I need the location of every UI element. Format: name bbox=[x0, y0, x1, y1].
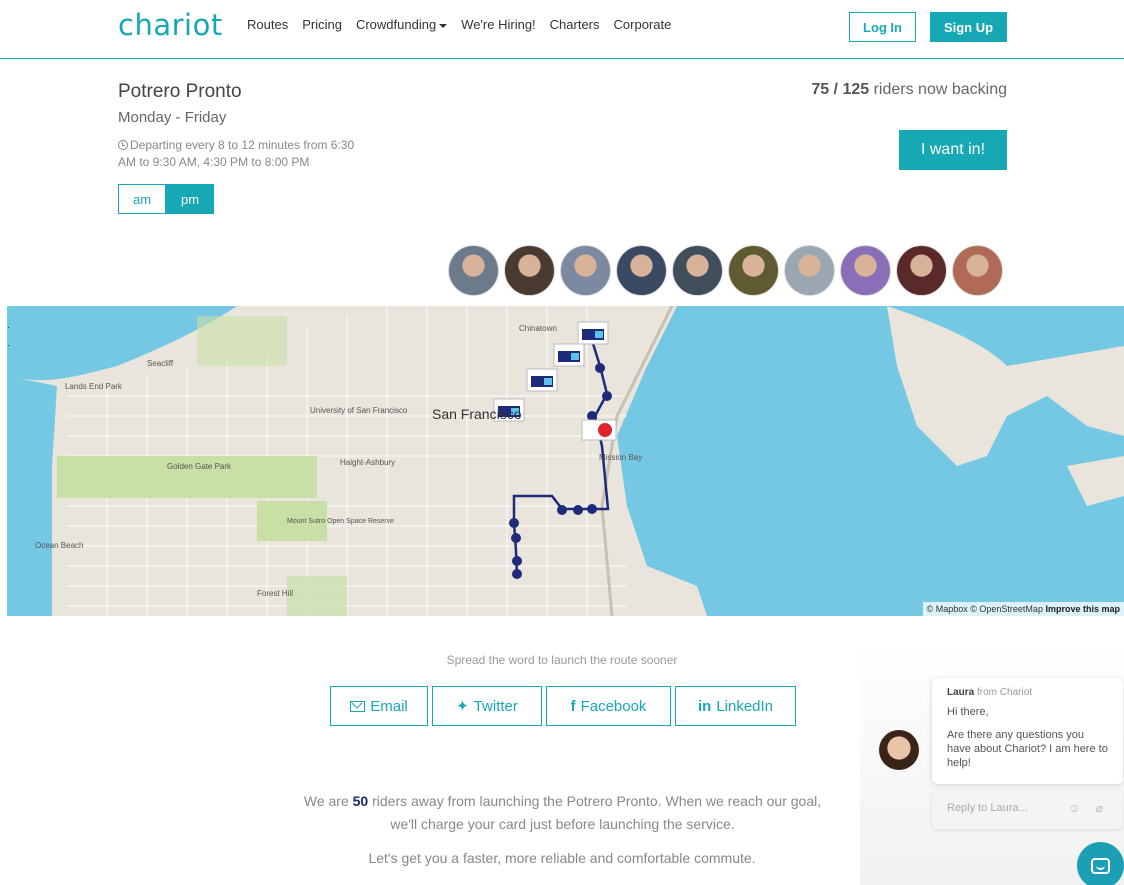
share-twitter-button[interactable]: ✦ Twitter bbox=[432, 686, 542, 726]
caret-down-icon bbox=[439, 23, 448, 28]
backer-avatar[interactable] bbox=[560, 245, 611, 296]
map-label-mount-sutro: Mount Sutro Open Space Reserve bbox=[287, 518, 394, 525]
backer-avatar[interactable] bbox=[952, 245, 1003, 296]
login-button[interactable]: Log In bbox=[849, 12, 916, 42]
route-days: Monday - Friday bbox=[118, 109, 227, 126]
chariot-logo[interactable]: chariot bbox=[118, 8, 223, 42]
chat-from: Laura from Chariot bbox=[947, 687, 1108, 698]
goal-pre: We are bbox=[303, 793, 349, 809]
route-name: Potrero Pronto bbox=[118, 81, 242, 102]
twitter-icon: ✦ bbox=[456, 698, 469, 715]
nav-links: Routes Pricing Crowdfunding We're Hiring… bbox=[247, 17, 685, 32]
map-label-mission-bay: Mission Bay bbox=[599, 453, 642, 462]
facebook-icon: f bbox=[570, 697, 576, 715]
nav-crowdfunding[interactable]: Crowdfunding bbox=[355, 17, 448, 32]
backer-avatar[interactable] bbox=[784, 245, 835, 296]
backing-text: riders now backing bbox=[873, 81, 1007, 98]
i-want-in-button[interactable]: I want in! bbox=[899, 130, 1007, 170]
chat-from-label: from Chariot bbox=[977, 687, 1033, 698]
backing-count: 75 / 125 riders now backing bbox=[811, 81, 1007, 99]
backer-avatar[interactable] bbox=[896, 245, 947, 296]
map-label-san-francisco: San Francisco bbox=[432, 406, 522, 422]
map-label-chinatown: Chinatown bbox=[519, 324, 557, 333]
toggle-pm[interactable]: pm bbox=[166, 184, 214, 214]
chat-sender: Laura bbox=[947, 687, 975, 698]
share-facebook-button[interactable]: f Facebook bbox=[546, 686, 671, 726]
chat-agent-avatar bbox=[879, 730, 919, 770]
emoji-attach-icon[interactable]: ☺ ⌀ bbox=[1068, 801, 1109, 815]
map-label-ocean-beach: Ocean Beach bbox=[35, 541, 83, 550]
map-label-haight: Haight-Ashbury bbox=[340, 458, 395, 467]
nav-charters[interactable]: Charters bbox=[550, 17, 600, 32]
chat-reply-placeholder: Reply to Laura... bbox=[947, 802, 1028, 814]
clock-icon bbox=[118, 140, 128, 150]
top-nav: chariot Routes Pricing Crowdfunding We'r… bbox=[0, 0, 1124, 59]
toggle-am[interactable]: am bbox=[118, 184, 166, 214]
backer-avatar[interactable] bbox=[672, 245, 723, 296]
chat-launcher-button[interactable] bbox=[1077, 842, 1124, 885]
share-twitter-label: Twitter bbox=[473, 697, 518, 715]
backer-avatar[interactable] bbox=[616, 245, 667, 296]
map-label-university: University of San Francisco bbox=[310, 406, 408, 415]
share-buttons: Email ✦ Twitter f Facebook in LinkedIn bbox=[330, 686, 800, 726]
nav-corporate[interactable]: Corporate bbox=[614, 17, 672, 32]
chat-message-card[interactable]: Laura from Chariot Hi there, Are there a… bbox=[932, 678, 1123, 784]
goal-post: riders away from launching the Potrero P… bbox=[372, 793, 822, 832]
linkedin-icon: in bbox=[697, 697, 712, 715]
goal-count: 50 bbox=[352, 793, 369, 809]
map-controls[interactable]: · · bbox=[7, 318, 15, 354]
improve-map-link[interactable]: Improve this map bbox=[1045, 604, 1120, 614]
goal-text: We are 50 riders away from launching the… bbox=[290, 790, 835, 836]
share-facebook-label: Facebook bbox=[580, 697, 647, 715]
share-email-label: Email bbox=[370, 697, 408, 715]
route-departing: Departing every 8 to 12 minutes from 6:3… bbox=[118, 137, 368, 171]
backer-avatar[interactable] bbox=[840, 245, 891, 296]
share-linkedin-button[interactable]: in LinkedIn bbox=[675, 686, 796, 726]
map-label-forest-hill: Forest Hill bbox=[257, 589, 293, 598]
backing-number: 75 / 125 bbox=[811, 81, 870, 98]
route-departing-text: Departing every 8 to 12 minutes from 6:3… bbox=[118, 138, 355, 169]
route-map[interactable]: Seacliff Lands End Park University of Sa… bbox=[7, 306, 1124, 616]
nav-crowdfunding-label: Crowdfunding bbox=[355, 17, 437, 32]
signup-button[interactable]: Sign Up bbox=[930, 12, 1007, 42]
map-label-lands-end: Lands End Park bbox=[65, 382, 123, 391]
backer-avatar[interactable] bbox=[448, 245, 499, 296]
share-email-button[interactable]: Email bbox=[330, 686, 428, 726]
map-attribution: © Mapbox © OpenStreetMap Improve this ma… bbox=[922, 602, 1124, 616]
share-linkedin-label: LinkedIn bbox=[716, 697, 774, 715]
chat-bubble-icon bbox=[1091, 857, 1110, 874]
nav-routes[interactable]: Routes bbox=[247, 17, 288, 32]
backer-avatar[interactable] bbox=[728, 245, 779, 296]
backer-avatar[interactable] bbox=[504, 245, 555, 296]
map-canvas[interactable]: Seacliff Lands End Park University of Sa… bbox=[7, 306, 1124, 616]
envelope-icon bbox=[350, 700, 366, 712]
backer-avatars bbox=[448, 245, 1008, 296]
map-credit-text: © Mapbox © OpenStreetMap bbox=[926, 604, 1043, 614]
chat-reply-input[interactable]: Reply to Laura... ☺ ⌀ bbox=[932, 790, 1123, 829]
am-pm-toggle: am pm bbox=[118, 184, 214, 214]
map-label-golden-gate: Golden Gate Park bbox=[167, 462, 232, 471]
nav-pricing[interactable]: Pricing bbox=[302, 17, 342, 32]
map-label-seacliff: Seacliff bbox=[147, 359, 174, 368]
chat-greeting: Hi there, bbox=[947, 706, 989, 718]
chat-message: Are there any questions you have about C… bbox=[947, 729, 1108, 769]
nav-hiring[interactable]: We're Hiring! bbox=[461, 17, 535, 32]
